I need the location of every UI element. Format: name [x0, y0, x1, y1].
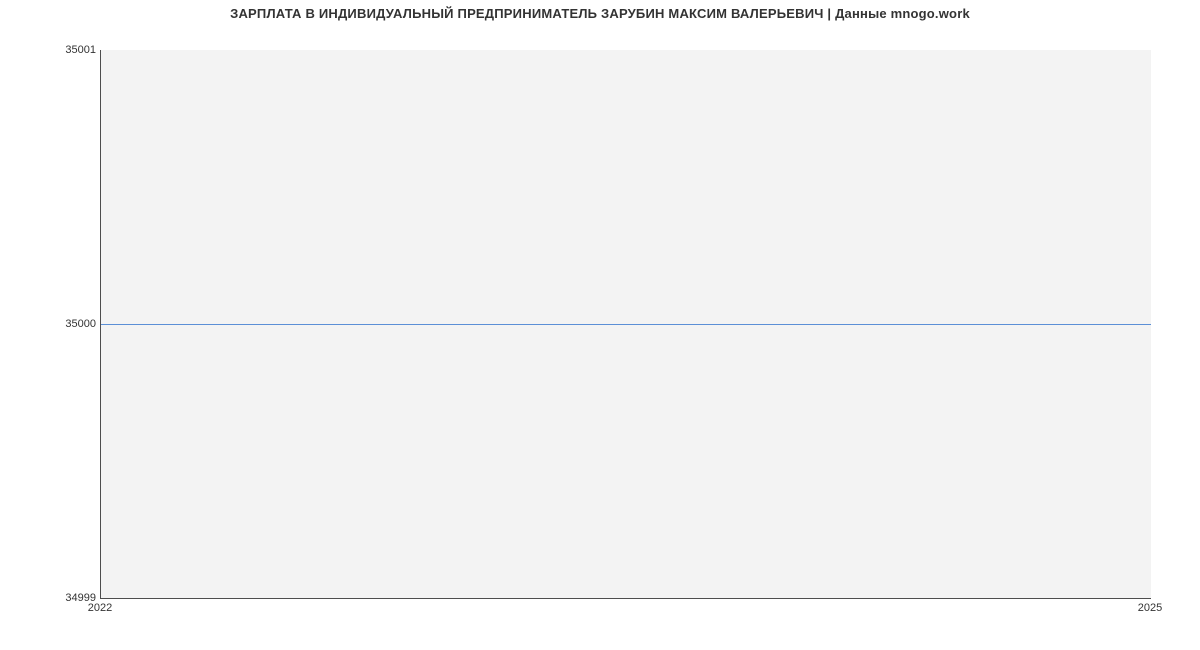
data-line-salary [101, 324, 1151, 325]
chart-title: ЗАРПЛАТА В ИНДИВИДУАЛЬНЫЙ ПРЕДПРИНИМАТЕЛ… [0, 6, 1200, 21]
x-tick-label: 2022 [88, 602, 112, 614]
chart-container: ЗАРПЛАТА В ИНДИВИДУАЛЬНЫЙ ПРЕДПРИНИМАТЕЛ… [0, 0, 1200, 650]
plot-area [100, 50, 1151, 599]
y-tick-label: 34999 [6, 592, 96, 604]
y-tick-label: 35001 [6, 44, 96, 56]
y-tick-label: 35000 [6, 318, 96, 330]
x-tick-label: 2025 [1138, 602, 1162, 614]
